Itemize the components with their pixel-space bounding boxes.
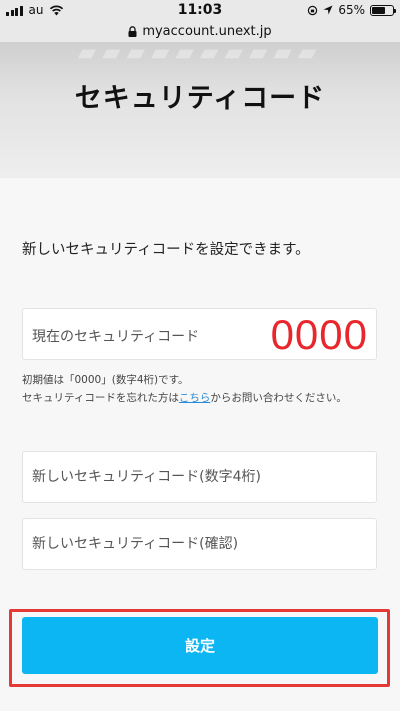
confirm-code-input[interactable] xyxy=(22,518,377,570)
page-header: ▰▰▰▰▰▰▰▰▰▰ セキュリティコード xyxy=(0,42,400,178)
status-bar: au 11:03 65% xyxy=(0,0,400,20)
url-text: myaccount.unext.jp xyxy=(142,23,272,39)
current-code-display: 現在のセキュリティコード 0000 xyxy=(22,308,377,360)
submit-button[interactable]: 設定 xyxy=(22,617,378,674)
battery-percent: 65% xyxy=(338,3,365,17)
status-right: 65% xyxy=(307,3,396,17)
lock-icon xyxy=(128,25,137,37)
forgot-note-suffix: からお問い合わせください。 xyxy=(210,392,347,404)
default-value-note: 初期値は「0000」(数字4桁)です。 xyxy=(22,374,189,386)
header-background-decoration: ▰▰▰▰▰▰▰▰▰▰ xyxy=(77,42,323,66)
current-code-label: 現在のセキュリティコード xyxy=(32,329,200,345)
battery-icon xyxy=(370,4,396,16)
main-content: 新しいセキュリティコードを設定できます。 現在のセキュリティコード 0000 初… xyxy=(0,178,400,711)
intro-text: 新しいセキュリティコードを設定できます。 xyxy=(22,242,310,258)
current-code-value: 0000 xyxy=(270,311,368,358)
contact-link[interactable]: こちら xyxy=(179,392,211,404)
page-title: セキュリティコード xyxy=(74,83,326,114)
url-bar[interactable]: myaccount.unext.jp xyxy=(0,20,400,42)
battery-fill xyxy=(372,6,385,14)
forgot-code-note: セキュリティコードを忘れた方はこちらからお問い合わせください。 xyxy=(22,390,347,405)
orientation-lock-icon xyxy=(308,5,318,15)
new-code-input[interactable] xyxy=(22,451,377,503)
location-icon xyxy=(323,5,333,15)
forgot-note-prefix: セキュリティコードを忘れた方は xyxy=(22,392,179,404)
